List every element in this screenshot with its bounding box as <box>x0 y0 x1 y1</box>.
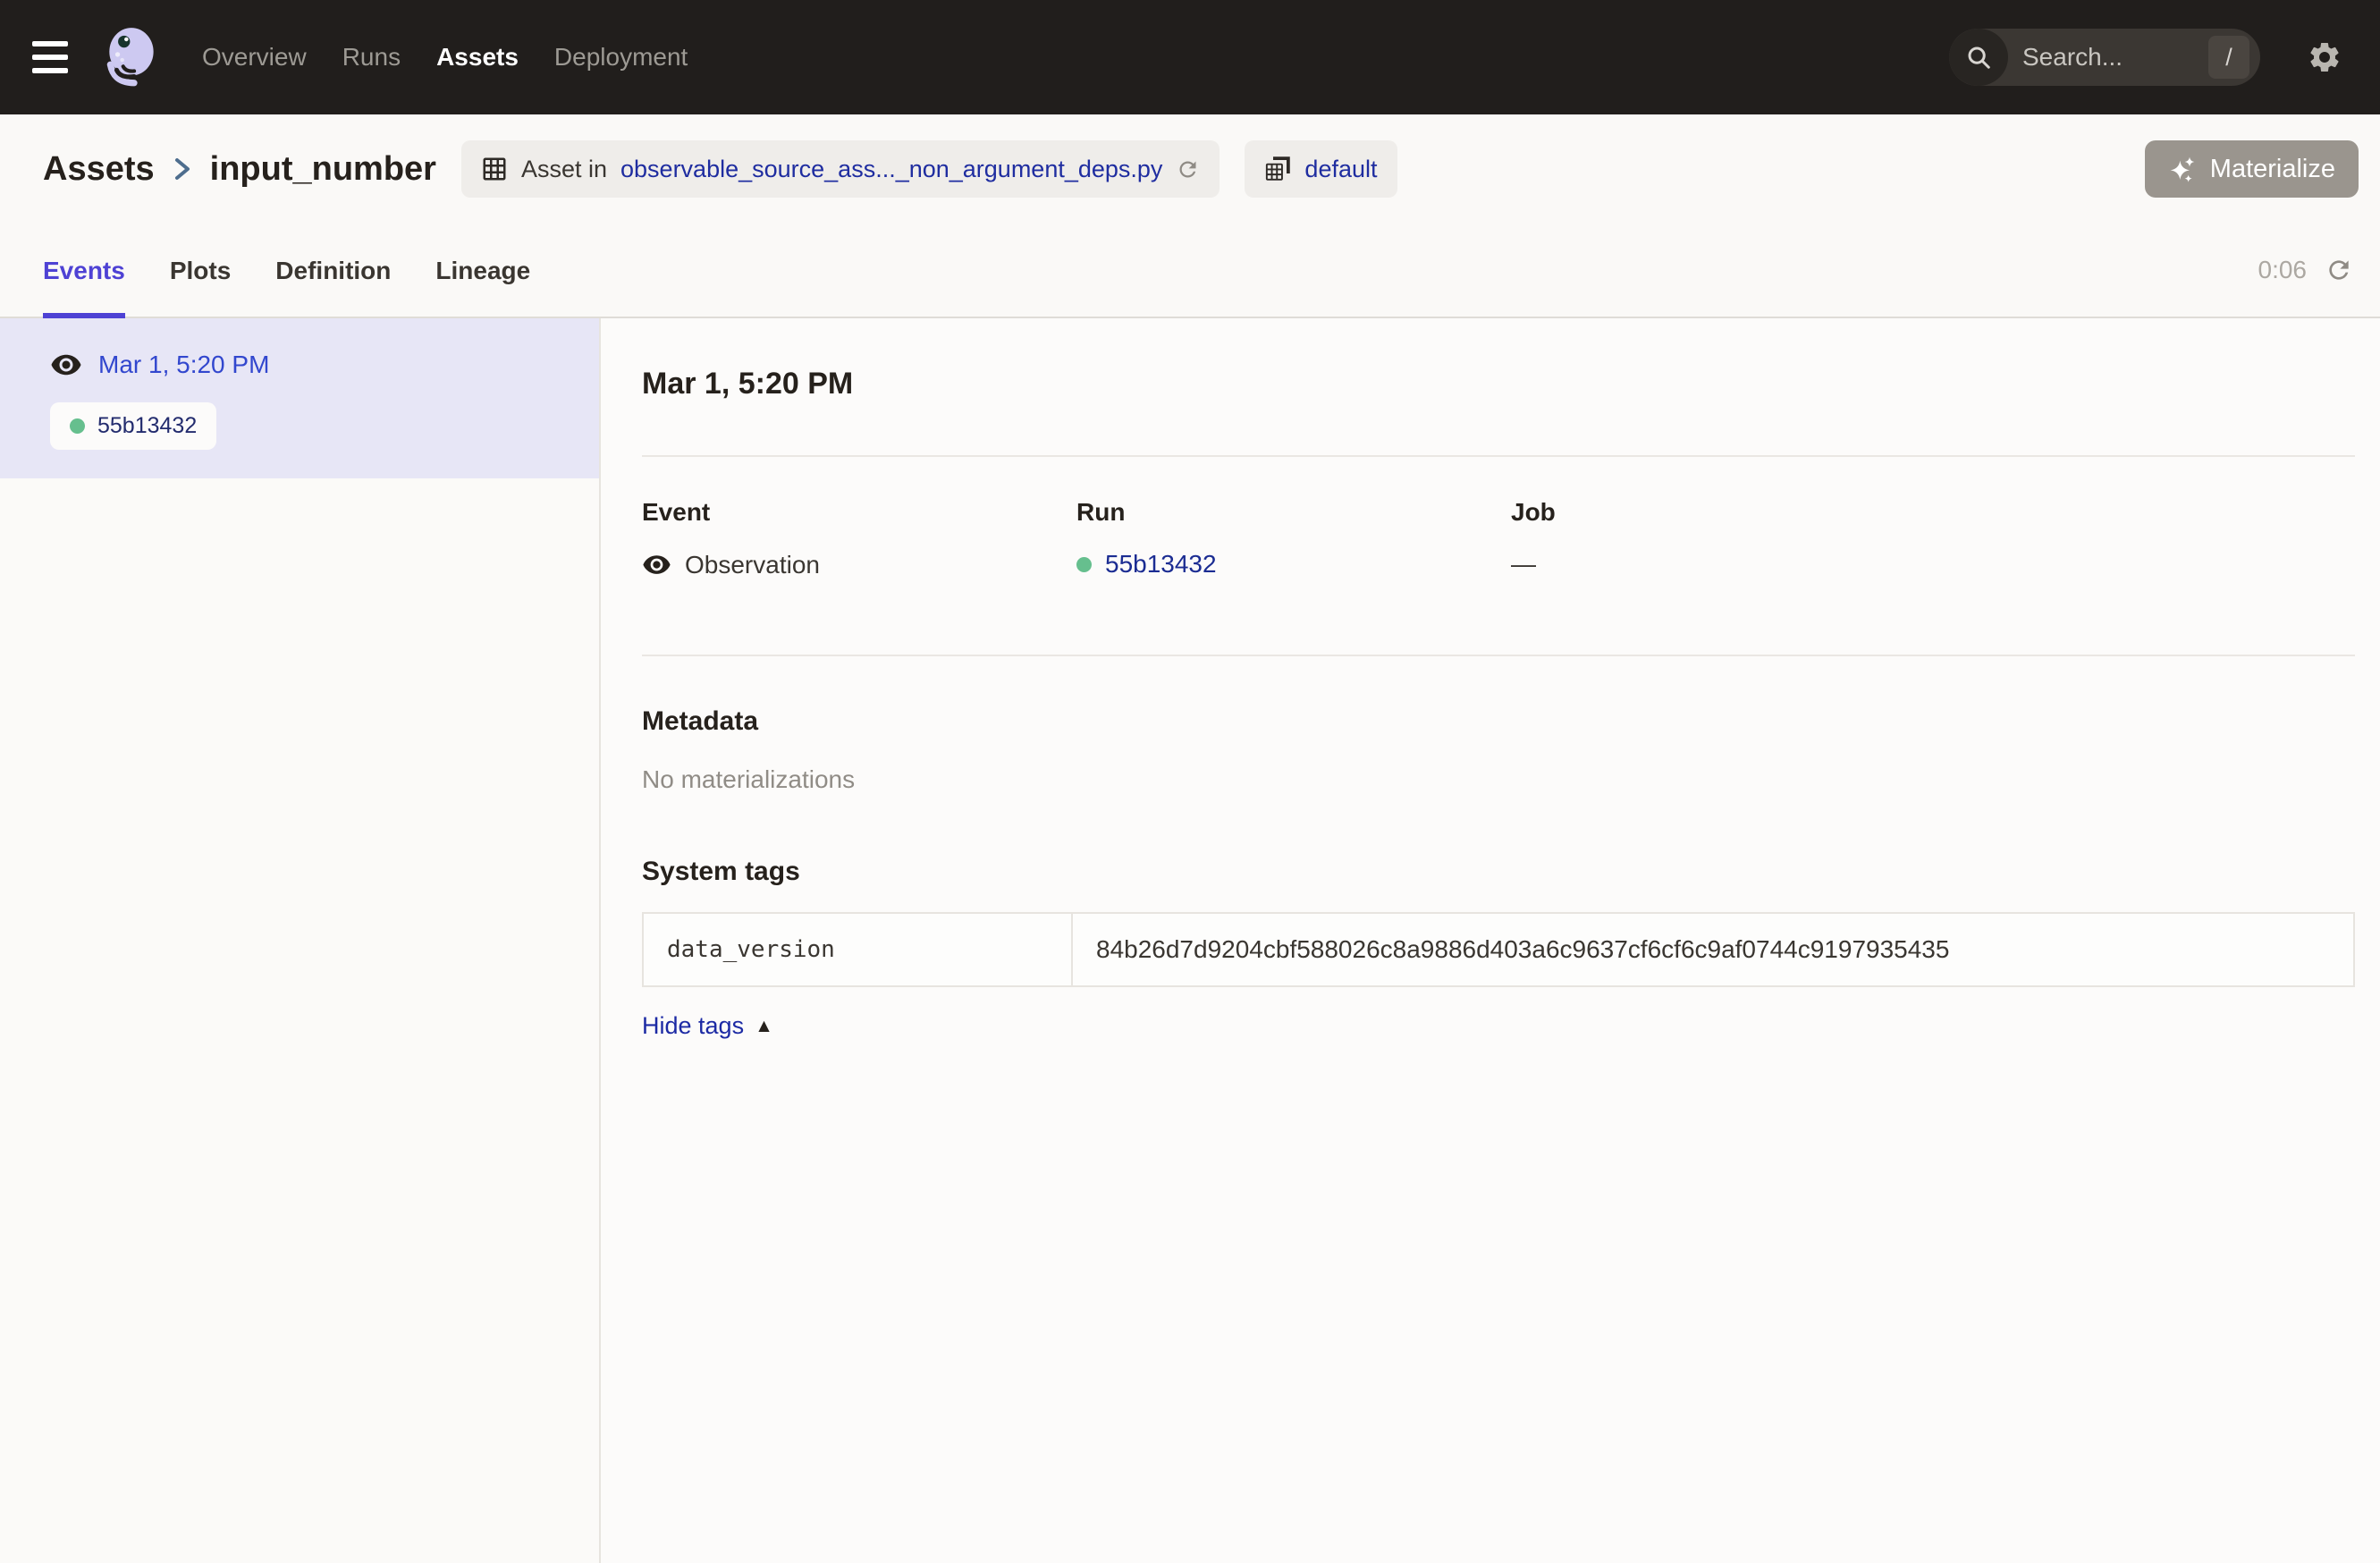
job-column-header: Job <box>1511 498 2355 527</box>
tab-definition[interactable]: Definition <box>275 224 391 318</box>
system-tags-heading: System tags <box>642 857 2355 887</box>
menu-icon[interactable] <box>32 38 79 77</box>
materialize-button-label: Materialize <box>2210 155 2335 184</box>
breadcrumb: Assets input_number <box>43 150 436 189</box>
sparkles-icon <box>2168 155 2197 183</box>
event-timestamp-link[interactable]: Mar 1, 5:20 PM <box>98 351 269 379</box>
asset-group-icon <box>1264 156 1291 182</box>
refresh-icon[interactable] <box>1176 157 1200 182</box>
asset-definition-link[interactable]: observable_source_ass..._non_argument_de… <box>620 156 1162 183</box>
event-summary-columns: Event Observation Run 55b13432 Job <box>642 498 2355 579</box>
nav-item-assets[interactable]: Assets <box>436 43 519 72</box>
run-chip-label: 55b13432 <box>97 413 197 439</box>
table-row: data_version 84b26d7d9204cbf588026c8a988… <box>643 913 2354 986</box>
primary-nav: Overview Runs Assets Deployment <box>202 43 688 72</box>
eye-icon <box>642 550 671 579</box>
asset-definition-badge: Asset in observable_source_ass..._non_ar… <box>461 140 1220 198</box>
nav-item-deployment[interactable]: Deployment <box>554 43 688 72</box>
gear-icon[interactable] <box>2307 39 2342 75</box>
nav-item-runs[interactable]: Runs <box>342 43 401 72</box>
nav-item-overview[interactable]: Overview <box>202 43 307 72</box>
chevron-right-icon <box>173 154 192 184</box>
event-type-label: Observation <box>685 551 820 579</box>
asset-badge-prefix: Asset in <box>521 156 607 183</box>
event-column-header: Event <box>642 498 1076 527</box>
hide-tags-label: Hide tags <box>642 1012 744 1040</box>
search-input[interactable] <box>2008 43 2208 72</box>
divider <box>642 655 2355 656</box>
search-icon <box>1949 29 2008 86</box>
asset-tabs: Events Plots Definition Lineage 0:06 <box>0 224 2380 318</box>
page-title: input_number <box>210 150 436 189</box>
triangle-up-icon: ▲ <box>755 1016 773 1037</box>
tag-value-cell: 84b26d7d9204cbf588026c8a9886d403a6c9637c… <box>1072 913 2354 986</box>
event-list-sidebar: Mar 1, 5:20 PM 55b13432 <box>0 318 601 1563</box>
event-column: Event Observation <box>642 498 1076 579</box>
event-detail-panel: Mar 1, 5:20 PM Event Observation Run 55b… <box>601 318 2380 1563</box>
tab-lineage[interactable]: Lineage <box>435 224 530 318</box>
run-id-link[interactable]: 55b13432 <box>1105 550 1217 579</box>
run-column-header: Run <box>1076 498 1511 527</box>
asset-group-link[interactable]: default <box>1304 156 1377 183</box>
breadcrumb-assets-link[interactable]: Assets <box>43 150 155 189</box>
event-list-item[interactable]: Mar 1, 5:20 PM 55b13432 <box>0 318 599 478</box>
eye-icon <box>50 349 82 381</box>
refresh-icon[interactable] <box>2325 256 2353 284</box>
table-grid-icon <box>481 156 508 182</box>
event-detail-title: Mar 1, 5:20 PM <box>642 367 2355 401</box>
content-area: Mar 1, 5:20 PM 55b13432 Mar 1, 5:20 PM E… <box>0 318 2380 1563</box>
tab-events[interactable]: Events <box>43 224 125 318</box>
refresh-status: 0:06 <box>2258 256 2354 284</box>
run-status-dot <box>1076 557 1092 572</box>
top-navigation-bar: Overview Runs Assets Deployment / <box>0 0 2380 114</box>
divider <box>642 455 2355 457</box>
global-search[interactable]: / <box>1949 29 2260 86</box>
page-header: Assets input_number Asset in observable_… <box>0 114 2380 224</box>
metadata-empty-text: No materializations <box>642 765 2355 794</box>
job-column: Job — <box>1511 498 2355 579</box>
hide-tags-link[interactable]: Hide tags ▲ <box>642 1012 773 1040</box>
tag-key-cell: data_version <box>643 913 1072 986</box>
dagster-logo-icon[interactable] <box>98 23 166 91</box>
metadata-heading: Metadata <box>642 706 2355 737</box>
system-tags-table: data_version 84b26d7d9204cbf588026c8a988… <box>642 912 2355 987</box>
job-empty-value: — <box>1511 550 1536 579</box>
asset-group-badge: default <box>1245 140 1397 198</box>
run-chip[interactable]: 55b13432 <box>50 402 216 450</box>
run-column: Run 55b13432 <box>1076 498 1511 579</box>
run-status-dot <box>70 418 85 434</box>
search-shortcut-key: / <box>2208 36 2249 79</box>
materialize-button[interactable]: Materialize <box>2145 140 2359 198</box>
refresh-countdown: 0:06 <box>2258 256 2308 284</box>
tab-plots[interactable]: Plots <box>170 224 231 318</box>
